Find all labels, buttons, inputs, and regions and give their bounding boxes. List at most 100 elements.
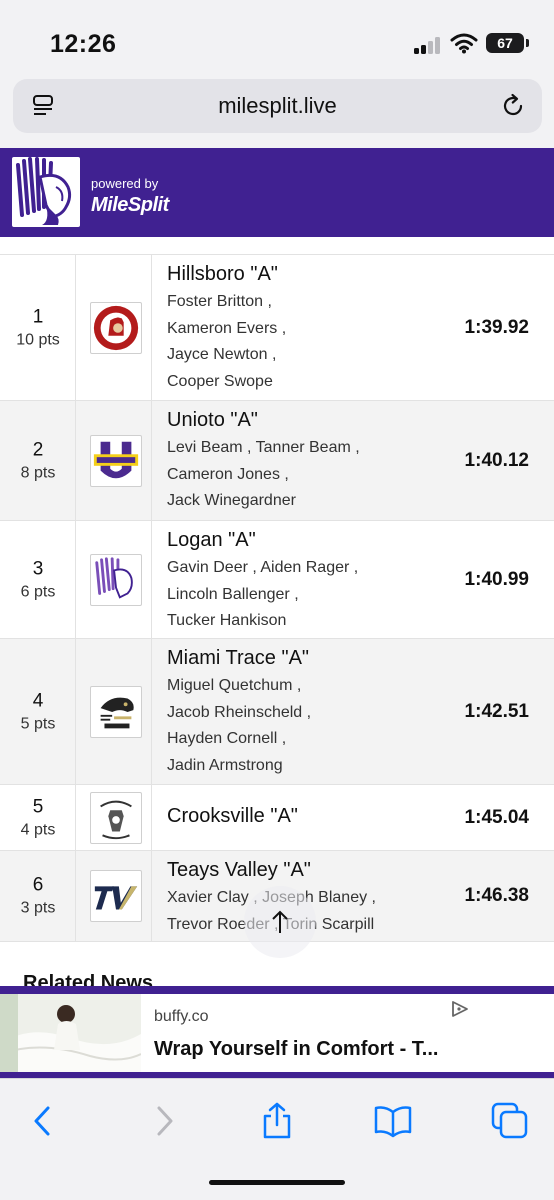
signal-icon (414, 36, 440, 54)
ad-banner[interactable]: buffy.co Wrap Yourself in Comfort - T... (0, 986, 554, 1078)
race-time: 1:45.04 (464, 806, 529, 828)
tabs-icon (491, 1102, 528, 1139)
school-logo[interactable] (12, 157, 80, 227)
race-time: 1:40.12 (464, 449, 529, 471)
logan-chief-icon (95, 556, 133, 599)
table-row[interactable]: 2 8 pts Unioto "A" Levi Beam , Tanner Be… (0, 400, 554, 520)
logo-cell (76, 785, 152, 850)
tabs-button[interactable] (490, 1101, 530, 1141)
athlete-list: Levi Beam , Tanner Beam , Cameron Jones … (167, 435, 437, 515)
scroll-up-icon (272, 910, 288, 933)
crooksville-ceramics-icon (100, 800, 132, 839)
forward-button[interactable] (143, 1101, 183, 1141)
place-number: 1 (32, 306, 44, 327)
share-icon (263, 1102, 291, 1139)
back-button[interactable] (24, 1101, 64, 1141)
points: 10 pts (16, 331, 60, 348)
place-number: 3 (32, 558, 44, 579)
team-name[interactable]: Teays Valley "A" (167, 859, 311, 882)
ad-title[interactable]: Wrap Yourself in Comfort - T... (154, 1038, 438, 1061)
bookmarks-button[interactable] (373, 1101, 413, 1141)
ad-photo (0, 994, 141, 1072)
team-name[interactable]: Unioto "A" (167, 409, 258, 432)
athlete-name[interactable]: Levi Beam , Tanner Beam , (167, 435, 437, 462)
team-name[interactable]: Crooksville "A" (167, 805, 298, 828)
table-row[interactable]: 3 6 pts Logan "A" Gavin Deer , Aiden Rag… (0, 520, 554, 638)
team-logo[interactable] (90, 301, 142, 354)
unioto-u-icon (93, 441, 139, 478)
site-header: powered by MileSplit (0, 148, 554, 237)
race-time: 1:40.99 (464, 568, 529, 590)
athlete-name[interactable]: Jack Winegardner (167, 488, 437, 515)
chief-head-icon (16, 157, 72, 225)
ad-choices-icon[interactable] (450, 1000, 470, 1018)
place-number: 2 (32, 439, 44, 460)
athlete-name[interactable]: Jacob Rheinscheld , (167, 700, 437, 727)
ad-image[interactable] (0, 994, 141, 1072)
athlete-name[interactable]: Cameron Jones , (167, 462, 437, 489)
logo-cell (76, 851, 152, 941)
clock: 12:26 (50, 30, 117, 58)
team-logo[interactable] (90, 685, 142, 738)
athlete-name[interactable]: Kameron Evers , (167, 316, 437, 343)
back-icon (34, 1106, 50, 1136)
athlete-name[interactable]: Jadin Armstrong (167, 753, 437, 780)
place-number: 5 (32, 796, 44, 817)
url-text[interactable]: milesplit.live (13, 93, 542, 119)
athlete-list: Miguel Quetchum , Jacob Rheinscheld , Ha… (167, 673, 437, 779)
scroll-to-top-button[interactable] (244, 886, 316, 958)
logo-cell (76, 255, 152, 400)
athlete-list: Foster Britton , Kameron Evers , Jayce N… (167, 289, 437, 395)
team-logo[interactable] (90, 791, 142, 844)
points: 5 pts (20, 715, 56, 732)
team-name[interactable]: Miami Trace "A" (167, 647, 309, 670)
place-cell: 6 3 pts (0, 851, 76, 941)
battery-icon: 67 (486, 33, 524, 53)
powered-by-label: powered by (91, 176, 159, 191)
athlete-list: Gavin Deer , Aiden Rager , Lincoln Balle… (167, 555, 437, 635)
reload-icon[interactable] (499, 92, 527, 120)
athlete-name[interactable]: Miguel Quetchum , (167, 673, 437, 700)
team-logo[interactable] (90, 553, 142, 606)
table-row[interactable]: 1 10 pts Hillsboro "A" Foster Britton , … (0, 254, 554, 400)
logo-cell (76, 521, 152, 638)
ad-domain[interactable]: buffy.co (154, 1008, 209, 1026)
athlete-name[interactable]: Lincoln Ballenger , (167, 582, 437, 609)
battery-tip (526, 39, 529, 47)
team-name[interactable]: Hillsboro "A" (167, 263, 278, 286)
milesplit-logo[interactable]: MileSplit (91, 194, 169, 217)
team-logo[interactable] (90, 434, 142, 487)
miami-trace-panther-icon (98, 697, 134, 728)
browser-address-area: milesplit.live (0, 70, 554, 148)
athlete-name[interactable]: Cooper Swope (167, 369, 437, 396)
athlete-name[interactable]: Tucker Hankison (167, 608, 437, 635)
table-row[interactable]: 5 4 pts Crooksville "A" 1:45.04 (0, 784, 554, 850)
logo-cell (76, 401, 152, 520)
race-time: 1:46.38 (464, 885, 529, 906)
place-cell: 2 8 pts (0, 401, 76, 520)
place-cell: 5 4 pts (0, 785, 76, 850)
points: 6 pts (20, 583, 56, 600)
forward-icon (157, 1106, 173, 1136)
address-bar[interactable]: milesplit.live (13, 79, 542, 133)
home-indicator (209, 1180, 345, 1185)
athlete-name[interactable]: Gavin Deer , Aiden Rager , (167, 555, 437, 582)
athlete-name[interactable]: Jayce Newton , (167, 342, 437, 369)
share-button[interactable] (257, 1101, 297, 1141)
place-cell: 1 10 pts (0, 255, 76, 400)
hillsboro-seal-icon (93, 305, 139, 350)
athlete-name[interactable]: Hayden Cornell , (167, 726, 437, 753)
athlete-name[interactable]: Foster Britton , (167, 289, 437, 316)
race-time: 1:39.92 (464, 316, 529, 338)
team-name[interactable]: Logan "A" (167, 529, 256, 552)
points: 3 pts (20, 899, 56, 917)
wifi-icon (450, 33, 478, 54)
place-cell: 4 5 pts (0, 639, 76, 784)
status-bar: 12:26 67 (0, 0, 554, 70)
place-cell: 3 6 pts (0, 521, 76, 638)
team-logo[interactable] (90, 870, 142, 922)
table-row[interactable]: 4 5 pts Miami Trace "A" Miguel Quetchum … (0, 638, 554, 784)
place-number: 4 (32, 690, 44, 711)
points: 4 pts (20, 821, 56, 838)
logo-cell (76, 639, 152, 784)
